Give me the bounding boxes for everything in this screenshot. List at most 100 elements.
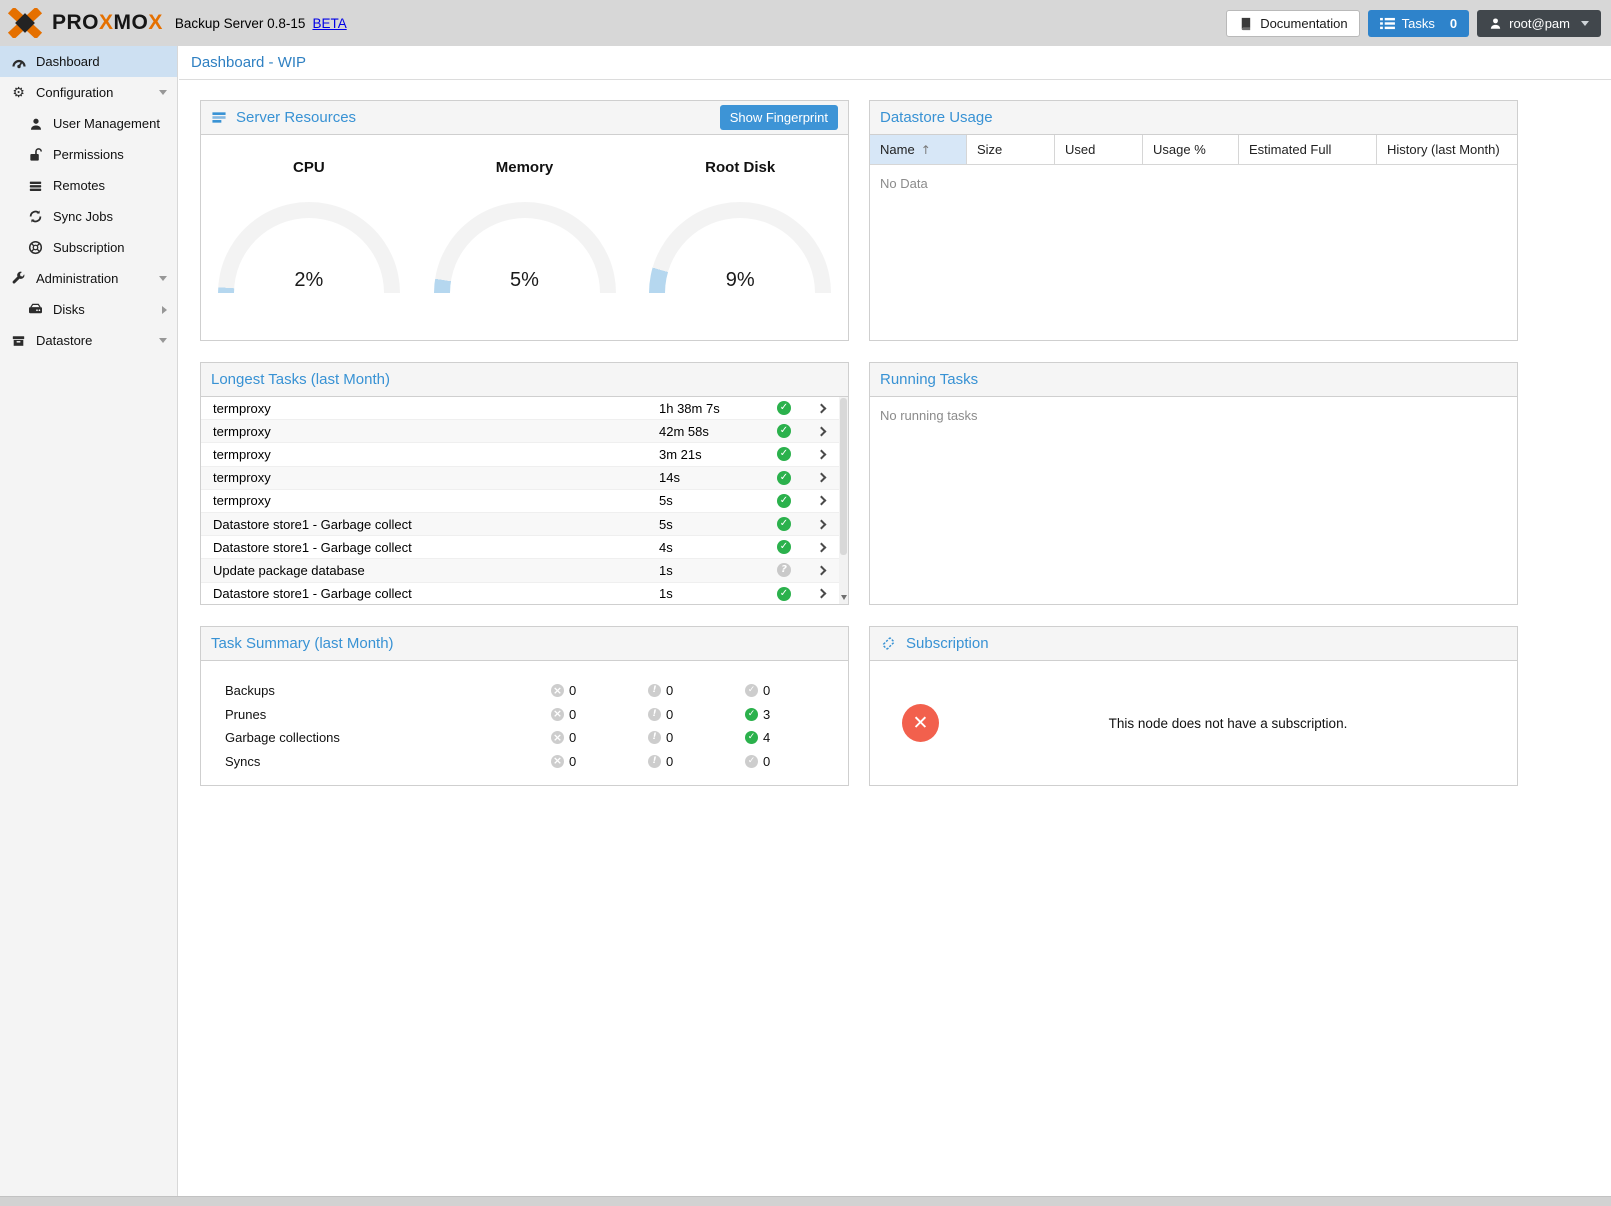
chevron-right-icon — [816, 519, 826, 529]
sort-up-icon: ↑ — [921, 143, 931, 157]
task-status-icon — [777, 540, 791, 554]
task-open-button[interactable] — [803, 590, 839, 597]
column-header-estimated-full[interactable]: Estimated Full — [1239, 135, 1377, 164]
bars-icon — [211, 110, 227, 125]
sidebar-item-label: Dashboard — [36, 54, 100, 69]
sidebar-item-disks[interactable]: Disks — [0, 294, 177, 325]
sidebar-item-dashboard[interactable]: Dashboard — [0, 46, 177, 77]
server-resources-header: Server Resources Show Fingerprint — [201, 101, 848, 135]
task-name: termproxy — [201, 447, 659, 462]
sidebar-item-configuration[interactable]: ⚙ Configuration — [0, 77, 177, 108]
tasks-button[interactable]: Tasks 0 — [1368, 10, 1469, 37]
task-row[interactable]: termproxy 5s — [201, 490, 839, 513]
column-header-name[interactable]: Name ↑ — [870, 135, 967, 164]
task-open-button[interactable] — [803, 428, 839, 435]
gauge-label: Memory — [417, 159, 633, 176]
summary-row-backups: Backups 0 0 0 — [225, 679, 848, 703]
no-running-tasks-text: No running tasks — [870, 397, 1517, 434]
no-data-text: No Data — [870, 165, 1517, 202]
sidebar-nav: Dashboard ⚙ Configuration User Managemen… — [0, 46, 178, 1196]
task-duration: 5s — [659, 517, 765, 532]
bottom-scrollbar-track[interactable] — [0, 1196, 1611, 1206]
task-row[interactable]: Datastore store1 - Garbage collect 1s — [201, 583, 839, 606]
task-row[interactable]: termproxy 1h 38m 7s — [201, 397, 839, 420]
proxmox-logo: PROXMOX — [8, 8, 163, 38]
task-name: termproxy — [201, 470, 659, 485]
panel-title: Subscription — [906, 635, 989, 652]
task-row[interactable]: termproxy 14s — [201, 467, 839, 490]
gauge-value: 2% — [218, 269, 400, 292]
chevron-right-icon — [816, 403, 826, 413]
datastore-usage-panel: Datastore Usage Name ↑ Size Used Usage % — [869, 100, 1518, 341]
running-tasks-panel: Running Tasks No running tasks — [869, 362, 1518, 605]
chevron-right-icon — [816, 450, 826, 460]
scroll-down-arrow-icon[interactable] — [839, 592, 848, 603]
sidebar-item-label: Subscription — [53, 240, 125, 255]
column-header-used[interactable]: Used — [1055, 135, 1143, 164]
tasks-scrollbar[interactable] — [839, 397, 848, 604]
sidebar-item-remotes[interactable]: Remotes — [0, 170, 177, 201]
task-duration: 1s — [659, 563, 765, 578]
sidebar-item-administration[interactable]: Administration — [0, 263, 177, 294]
unlock-icon — [27, 147, 44, 162]
task-summary-panel: Task Summary (last Month) Backups 0 0 0 … — [200, 626, 849, 786]
column-header-history[interactable]: History (last Month) — [1377, 135, 1517, 164]
summary-row-prunes: Prunes 0 0 3 — [225, 703, 848, 727]
task-open-button[interactable] — [803, 474, 839, 481]
documentation-button[interactable]: Documentation — [1226, 10, 1359, 37]
task-open-button[interactable] — [803, 521, 839, 528]
server-bars-icon — [27, 179, 44, 193]
task-row[interactable]: termproxy 42m 58s — [201, 420, 839, 443]
task-row[interactable]: Update package database 1s — [201, 559, 839, 582]
root-disk-gauge: Root Disk 9% — [632, 159, 848, 294]
user-menu-button[interactable]: root@pam — [1477, 10, 1601, 37]
times-circle-icon — [551, 708, 564, 721]
column-header-usage-pct[interactable]: Usage % — [1143, 135, 1239, 164]
beta-link[interactable]: BETA — [312, 16, 346, 31]
show-fingerprint-button[interactable]: Show Fingerprint — [720, 105, 838, 130]
tasks-list-icon — [1380, 17, 1395, 30]
panel-title: Task Summary (last Month) — [211, 635, 394, 652]
task-row[interactable]: termproxy 3m 21s — [201, 443, 839, 466]
task-duration: 1s — [659, 586, 765, 601]
sync-icon — [27, 209, 44, 224]
sidebar-item-permissions[interactable]: Permissions — [0, 139, 177, 170]
archive-icon — [10, 334, 27, 348]
task-open-button[interactable] — [803, 497, 839, 504]
sidebar-item-datastore[interactable]: Datastore — [0, 325, 177, 356]
sidebar-item-label: Administration — [36, 271, 118, 286]
chevron-right-icon — [816, 542, 826, 552]
header-actions: Documentation Tasks 0 root@pam — [1226, 10, 1601, 37]
hdd-icon — [27, 303, 44, 316]
exclamation-circle-icon — [648, 731, 661, 744]
datastore-usage-header: Datastore Usage — [870, 101, 1517, 135]
user-icon — [1489, 17, 1502, 30]
sidebar-item-sync-jobs[interactable]: Sync Jobs — [0, 201, 177, 232]
task-open-button[interactable] — [803, 405, 839, 412]
caret-right-icon — [162, 306, 167, 314]
task-status-icon — [777, 471, 791, 485]
task-name: Update package database — [201, 563, 659, 578]
task-status-icon — [777, 587, 791, 601]
column-header-size[interactable]: Size — [967, 135, 1055, 164]
gauge-value: 5% — [434, 269, 616, 292]
sidebar-item-user-management[interactable]: User Management — [0, 108, 177, 139]
caret-down-icon — [159, 276, 167, 281]
task-duration: 1h 38m 7s — [659, 401, 765, 416]
gauge-label: Root Disk — [632, 159, 848, 176]
times-circle-icon — [551, 755, 564, 768]
longest-tasks-panel: Longest Tasks (last Month) termproxy 1h … — [200, 362, 849, 605]
task-row[interactable]: Datastore store1 - Garbage collect 4s — [201, 536, 839, 559]
chevron-right-icon — [816, 589, 826, 599]
task-open-button[interactable] — [803, 544, 839, 551]
sidebar-item-label: Permissions — [53, 147, 124, 162]
task-open-button[interactable] — [803, 451, 839, 458]
gauge-value: 9% — [649, 269, 831, 292]
server-resources-panel: Server Resources Show Fingerprint CPU 2% — [200, 100, 849, 341]
task-name: Datastore store1 - Garbage collect — [201, 586, 659, 601]
task-row[interactable]: Datastore store1 - Garbage collect 5s — [201, 513, 839, 536]
top-header: PROXMOX Backup Server 0.8-15 BETA Docume… — [0, 0, 1611, 46]
sidebar-item-subscription[interactable]: Subscription — [0, 232, 177, 263]
scrollbar-thumb[interactable] — [840, 398, 847, 555]
task-open-button[interactable] — [803, 567, 839, 574]
